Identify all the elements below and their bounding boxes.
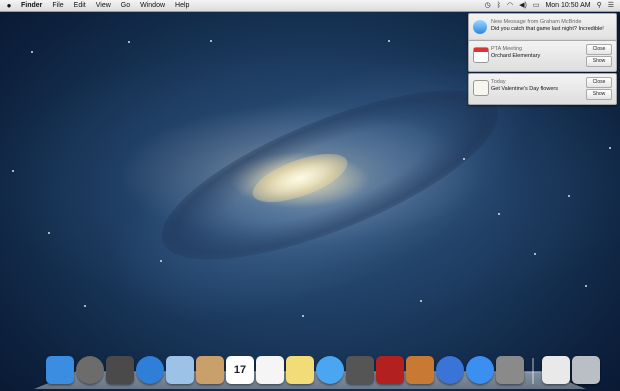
calendar-icon (473, 47, 489, 63)
facetime-icon[interactable] (346, 356, 374, 384)
finder-icon[interactable] (46, 356, 74, 384)
trash-icon[interactable] (572, 356, 600, 384)
iphoto-icon[interactable] (406, 356, 434, 384)
contacts-icon[interactable] (196, 356, 224, 384)
star (463, 158, 465, 160)
apple-menu-icon[interactable]: ● (2, 0, 16, 11)
menu-edit[interactable]: Edit (74, 0, 86, 11)
close-button[interactable]: Close (586, 44, 612, 55)
notes-icon[interactable] (286, 356, 314, 384)
show-button[interactable]: Show (586, 89, 612, 100)
star (160, 260, 162, 262)
time-machine-icon[interactable]: ◷ (485, 0, 491, 11)
notification-title: New Message from Graham McBride (491, 19, 582, 25)
bluetooth-icon[interactable]: ᛒ (497, 0, 501, 11)
menu-help[interactable]: Help (175, 0, 189, 11)
star (568, 195, 570, 197)
safari-icon[interactable] (136, 356, 164, 384)
notification-center-icon[interactable]: ☰ (608, 0, 614, 11)
menu-clock[interactable]: Mon 10:50 AM (545, 0, 590, 11)
notification-title: Today (491, 79, 506, 85)
star (302, 315, 304, 317)
menu-view[interactable]: View (96, 0, 111, 11)
notification-body: Get Valentine's Day flowers (491, 86, 558, 92)
star (388, 40, 390, 42)
volume-icon[interactable]: ◀) (519, 0, 527, 11)
messages-icon[interactable] (316, 356, 344, 384)
status-menus: ◷ ᛒ ◠ ◀) ▭ Mon 10:50 AM ⚲ ☰ (485, 0, 620, 11)
battery-icon[interactable]: ▭ (533, 0, 540, 11)
menu-bar: ● Finder File Edit View Go Window Help ◷… (0, 0, 620, 12)
star (585, 285, 587, 287)
mission-control-icon[interactable] (106, 356, 134, 384)
star (128, 41, 130, 43)
app-store-icon[interactable] (466, 356, 494, 384)
menu-finder[interactable]: Finder (21, 0, 42, 11)
notification-title: PTA Meeting (491, 46, 523, 52)
itunes-icon[interactable] (436, 356, 464, 384)
close-button[interactable]: Close (586, 77, 612, 88)
star (48, 232, 50, 234)
dock-separator (532, 358, 534, 384)
spotlight-search-icon[interactable]: ⚲ (597, 0, 602, 11)
star (420, 300, 422, 302)
launchpad-icon[interactable] (76, 356, 104, 384)
star (31, 51, 33, 53)
reminder-notification[interactable]: Today Get Valentine's Day flowers Close … (468, 73, 617, 105)
calendar-icon[interactable]: 17 (226, 356, 254, 384)
dock: 17 (46, 352, 600, 384)
notification-body: Orchard Elementary (491, 53, 541, 59)
star (84, 305, 86, 307)
calendar-notification[interactable]: PTA Meeting Orchard Elementary Close Sho… (468, 40, 617, 72)
star (12, 170, 14, 172)
star (498, 213, 500, 215)
photo-booth-icon[interactable] (376, 356, 404, 384)
notification-body: Did you catch that game last night? Incr… (491, 26, 604, 32)
show-button[interactable]: Show (586, 56, 612, 67)
messages-icon (473, 20, 487, 34)
documents-stack-icon[interactable] (542, 356, 570, 384)
menu-file[interactable]: File (52, 0, 63, 11)
system-preferences-icon[interactable] (496, 356, 524, 384)
reminders-icon (473, 80, 489, 96)
reminders-icon[interactable] (256, 356, 284, 384)
star (609, 147, 611, 149)
mail-icon[interactable] (166, 356, 194, 384)
star (210, 40, 212, 42)
wifi-icon[interactable]: ◠ (507, 0, 513, 11)
menu-go[interactable]: Go (121, 0, 130, 11)
star (534, 253, 536, 255)
menu-window[interactable]: Window (140, 0, 165, 11)
